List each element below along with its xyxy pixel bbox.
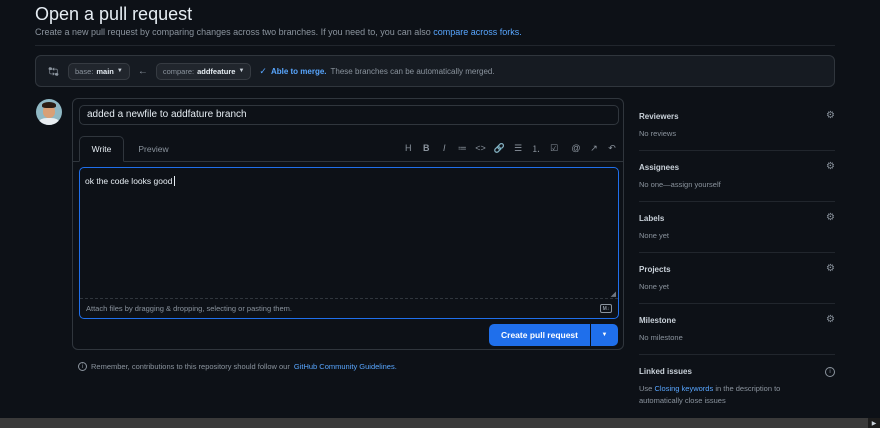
quote-icon[interactable]: ≔ <box>457 143 467 154</box>
italic-icon[interactable]: I <box>439 143 449 153</box>
projects-value: None yet <box>639 282 670 291</box>
sidebar-milestone: Milestone ⚙ No milestone <box>639 304 835 355</box>
attach-files-text: Attach files by dragging & dropping, sel… <box>86 304 292 313</box>
info-icon: i <box>78 362 87 371</box>
scroll-right-icon[interactable]: ▶ <box>868 418 880 428</box>
assignees-value[interactable]: No one—assign yourself <box>639 179 721 191</box>
pr-body-textarea[interactable]: ok the code looks good ◢ Attach files by… <box>79 167 619 319</box>
heading-icon[interactable]: H <box>403 143 413 153</box>
milestone-label: Milestone <box>639 316 676 325</box>
merge-status: ✓ Able to merge. <box>259 66 326 77</box>
gear-icon[interactable]: ⚙ <box>826 263 835 274</box>
mention-icon[interactable]: @ <box>571 143 581 153</box>
guidelines-text: Remember, contributions to this reposito… <box>91 362 290 371</box>
numbered-list-icon[interactable]: ⒈ <box>531 142 541 155</box>
linked-issues-value: Use Closing keywords in the description … <box>639 383 809 407</box>
projects-label: Projects <box>639 265 671 274</box>
tab-write[interactable]: Write <box>79 136 124 162</box>
merge-status-text: Able to merge. <box>270 66 327 76</box>
markdown-icon[interactable]: M↓ <box>600 304 612 313</box>
sidebar-projects: Projects ⚙ None yet <box>639 253 835 304</box>
arrow-left-icon: ← <box>137 65 148 77</box>
community-guidelines-link[interactable]: GitHub Community Guidelines. <box>294 362 397 371</box>
gear-icon[interactable]: ⚙ <box>826 161 835 172</box>
horizontal-scrollbar[interactable]: ▶ <box>0 418 880 428</box>
compare-across-forks-link[interactable]: compare across forks. <box>433 27 522 37</box>
assignees-label: Assignees <box>639 163 680 172</box>
linked-issues-label: Linked issues <box>639 367 692 376</box>
divider <box>35 45 835 46</box>
labels-label: Labels <box>639 214 665 223</box>
page-subtitle: Create a new pull request by comparing c… <box>35 27 522 37</box>
create-options-dropdown[interactable]: ▼ <box>590 324 618 346</box>
resize-handle-icon[interactable]: ◢ <box>611 290 616 298</box>
link-icon[interactable]: 🔗 <box>494 143 505 154</box>
check-icon: ✓ <box>259 65 267 76</box>
cross-reference-icon[interactable]: ↗ <box>589 143 599 154</box>
bulleted-list-icon[interactable]: ☰ <box>513 143 523 154</box>
base-branch-name: main <box>96 66 114 76</box>
labels-value: None yet <box>639 231 670 240</box>
compare-branch-name: addfeature <box>197 66 236 76</box>
git-compare-icon <box>46 64 60 78</box>
saved-replies-icon[interactable]: ↶ <box>607 143 617 154</box>
base-branch-select[interactable]: base: main ▼ <box>68 62 130 80</box>
guidelines-note: i Remember, contributions to this reposi… <box>78 362 397 371</box>
gear-icon[interactable]: ⚙ <box>826 314 835 325</box>
task-list-icon[interactable]: ☑ <box>549 143 559 154</box>
gear-icon[interactable]: ⚙ <box>826 110 835 121</box>
code-icon[interactable]: <> <box>475 143 486 153</box>
sidebar-labels: Labels ⚙ None yet <box>639 202 835 253</box>
merge-note: These branches can be automatically merg… <box>330 66 495 76</box>
pr-body-text: ok the code looks good <box>85 176 175 186</box>
branch-compare-bar: base: main ▼ ← compare: addfeature ▼ ✓ A… <box>35 55 835 87</box>
chevron-down-icon: ▼ <box>116 68 123 74</box>
compare-prefix: compare: <box>162 66 195 76</box>
linked-pre: Use <box>639 384 653 393</box>
base-prefix: base: <box>75 66 94 76</box>
pr-editor: added a newfile to addfature branch Writ… <box>72 98 624 350</box>
page-title: Open a pull request <box>35 4 193 24</box>
pr-sidebar: Reviewers ⚙ No reviews Assignees ⚙ No on… <box>639 100 835 425</box>
tab-preview[interactable]: Preview <box>131 136 176 162</box>
create-pr-button-group: Create pull request ▼ <box>489 324 618 346</box>
sidebar-linked-issues: Linked issues i Use Closing keywords in … <box>639 355 835 425</box>
page-subtitle-text: Create a new pull request by comparing c… <box>35 27 431 37</box>
avatar[interactable] <box>36 99 62 125</box>
gear-icon[interactable]: ⚙ <box>826 212 835 223</box>
pr-title-input[interactable]: added a newfile to addfature branch <box>79 105 619 125</box>
reviewers-label: Reviewers <box>639 112 679 121</box>
reviewers-value: No reviews <box>639 129 677 138</box>
create-pull-request-button[interactable]: Create pull request <box>489 324 590 346</box>
bold-icon[interactable]: B <box>421 143 431 153</box>
info-icon[interactable]: i <box>825 367 835 377</box>
markdown-toolbar: H B I ≔ <> 🔗 ☰ ⒈ ☑ @ ↗ ↶ <box>403 136 617 160</box>
sidebar-reviewers: Reviewers ⚙ No reviews <box>639 100 835 151</box>
chevron-down-icon: ▼ <box>238 68 245 74</box>
milestone-value: No milestone <box>639 333 683 342</box>
attach-files-bar[interactable]: Attach files by dragging & dropping, sel… <box>80 298 618 318</box>
chevron-down-icon: ▼ <box>601 332 608 338</box>
compare-branch-select[interactable]: compare: addfeature ▼ <box>155 62 252 80</box>
editor-tabs: Write Preview H B I ≔ <> 🔗 ☰ ⒈ ☑ @ ↗ ↶ <box>73 136 623 162</box>
sidebar-assignees: Assignees ⚙ No one—assign yourself <box>639 151 835 202</box>
closing-keywords-link[interactable]: Closing keywords <box>654 384 713 393</box>
